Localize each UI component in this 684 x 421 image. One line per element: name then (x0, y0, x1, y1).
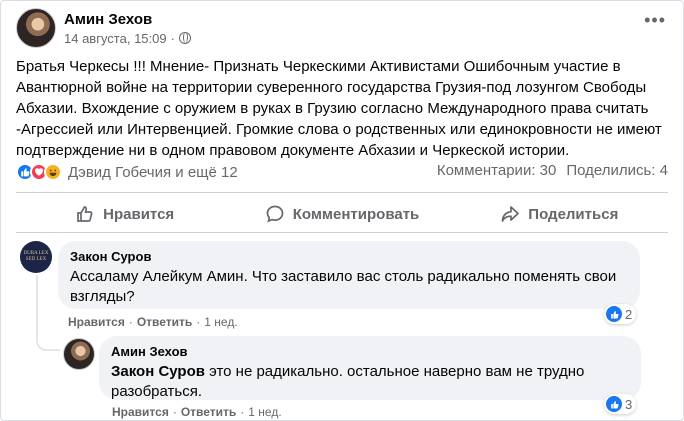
share-icon (501, 206, 520, 222)
divider (16, 192, 668, 193)
post-header-text: Амин Зехов 14 августа, 15:09 · (64, 11, 191, 46)
meta-separator: · (170, 30, 175, 46)
reply-actions: Нравится · Ответить · 1 нед. (112, 405, 282, 419)
comment-time[interactable]: 1 нед. (204, 315, 237, 329)
avatar-text-line: SED LEX (25, 257, 47, 262)
post-action-bar: Нравится Комментировать Поделиться (16, 196, 668, 232)
comment-bubble: Закон Суров Ассаламу Алейкум Амин. Что з… (58, 241, 640, 309)
reply-text: Закон Суров это не радикально. остальное… (111, 362, 629, 402)
reactions-summary[interactable]: Дэвид Гобечия и ещё 12 (16, 162, 238, 182)
share-button-label: Поделиться (528, 205, 619, 223)
globe-icon (178, 32, 191, 44)
post-author-name[interactable]: Амин Зехов (64, 11, 191, 28)
comment-actions: Нравится · Ответить · 1 нед. (68, 315, 238, 329)
thumbs-up-icon (77, 206, 93, 222)
comment-icon (266, 205, 284, 223)
reply-time[interactable]: 1 нед. (248, 405, 281, 419)
reply-author[interactable]: Амин Зехов (111, 344, 629, 360)
more-options-icon[interactable]: ••• (644, 10, 666, 31)
comment-reaction-count: 2 (625, 306, 633, 322)
reply-bubble: Амин Зехов Закон Суров это не радикально… (99, 336, 641, 400)
separator-dot: · (196, 315, 201, 329)
comment-text: Ассаламу Алейкум Амин. Что заставило вас… (70, 268, 617, 305)
author-avatar[interactable] (16, 8, 56, 48)
commenter-avatar[interactable]: DURA LEX SED LEX (20, 241, 52, 273)
share-button[interactable]: Поделиться (451, 196, 668, 232)
post-date[interactable]: 14 августа, 15:09 (64, 31, 167, 46)
post-meta: 14 августа, 15:09 · (64, 31, 191, 46)
shares-count[interactable]: Поделились: 4 (566, 162, 668, 179)
post-header: Амин Зехов 14 августа, 15:09 · (16, 8, 191, 48)
comment-reactions[interactable]: 2 (604, 304, 637, 324)
separator-dot: · (128, 315, 133, 329)
like-button[interactable]: Нравится (16, 196, 233, 232)
like-icon (606, 306, 622, 322)
comment-button[interactable]: Комментировать (233, 196, 450, 232)
comments-count[interactable]: Комментарии: 30 (437, 162, 557, 179)
post-text: Братья Черкесы !!! Мнение- Признать Черк… (16, 58, 662, 159)
reply-author-avatar[interactable] (63, 338, 95, 370)
haha-icon (44, 163, 62, 181)
reactions-names: Дэвид Гобечия и ещё 12 (68, 163, 238, 181)
divider (16, 232, 668, 233)
like-button-label: Нравится (103, 205, 175, 223)
separator-dot: · (172, 405, 177, 419)
comment-author[interactable]: Закон Суров (70, 249, 628, 265)
reply-thread-line (36, 275, 60, 351)
post-counts: Комментарии: 30 Поделились: 4 (437, 162, 668, 179)
reply-like-link[interactable]: Нравится (112, 405, 169, 419)
comment-like-link[interactable]: Нравится (68, 315, 125, 329)
reply-reactions[interactable]: 3 (604, 394, 637, 414)
like-icon (606, 396, 622, 412)
comment-button-label: Комментировать (292, 205, 420, 223)
reply-reply-link[interactable]: Ответить (181, 405, 236, 419)
separator-dot: · (240, 405, 245, 419)
reply-reaction-count: 3 (625, 396, 633, 412)
reply-mention[interactable]: Закон Суров (111, 363, 205, 380)
comment-reply-link[interactable]: Ответить (137, 315, 192, 329)
